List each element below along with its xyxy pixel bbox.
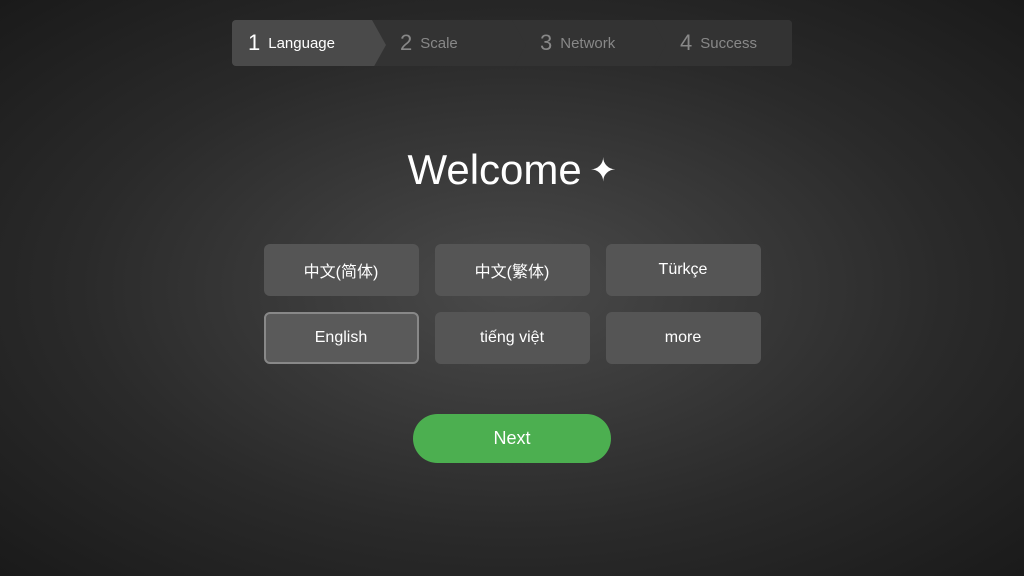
step-4-number: 4 [680, 30, 692, 56]
step-1-number: 1 [248, 30, 260, 56]
welcome-section: Welcome ✦ [407, 146, 616, 194]
step-2-scale: 2 Scale [372, 20, 512, 66]
step-3-network: 3 Network [512, 20, 652, 66]
welcome-title: Welcome ✦ [407, 146, 616, 194]
lang-btn-zh-simplified[interactable]: 中文(简体) [264, 244, 419, 296]
step-3-label: Network [560, 35, 615, 52]
lang-btn-turkce[interactable]: Türkçe [606, 244, 761, 296]
step-4-success: 4 Success [652, 20, 792, 66]
step-2-number: 2 [400, 30, 412, 56]
language-grid: 中文(简体) 中文(繁体) Türkçe English tiếng việt … [264, 244, 761, 364]
stepper: 1 Language 2 Scale 3 Network 4 Success [232, 20, 792, 66]
lang-btn-english[interactable]: English [264, 312, 419, 364]
next-button[interactable]: Next [413, 414, 610, 463]
lang-btn-more[interactable]: more [606, 312, 761, 364]
step-2-label: Scale [420, 35, 458, 52]
step-1-language: 1 Language [232, 20, 372, 66]
sparkle-icon: ✦ [590, 151, 617, 189]
step-1-label: Language [268, 35, 335, 52]
welcome-text: Welcome [407, 146, 581, 194]
step-3-number: 3 [540, 30, 552, 56]
lang-btn-zh-traditional[interactable]: 中文(繁体) [435, 244, 590, 296]
lang-btn-tieng-viet[interactable]: tiếng việt [435, 312, 590, 364]
step-4-label: Success [700, 35, 757, 52]
